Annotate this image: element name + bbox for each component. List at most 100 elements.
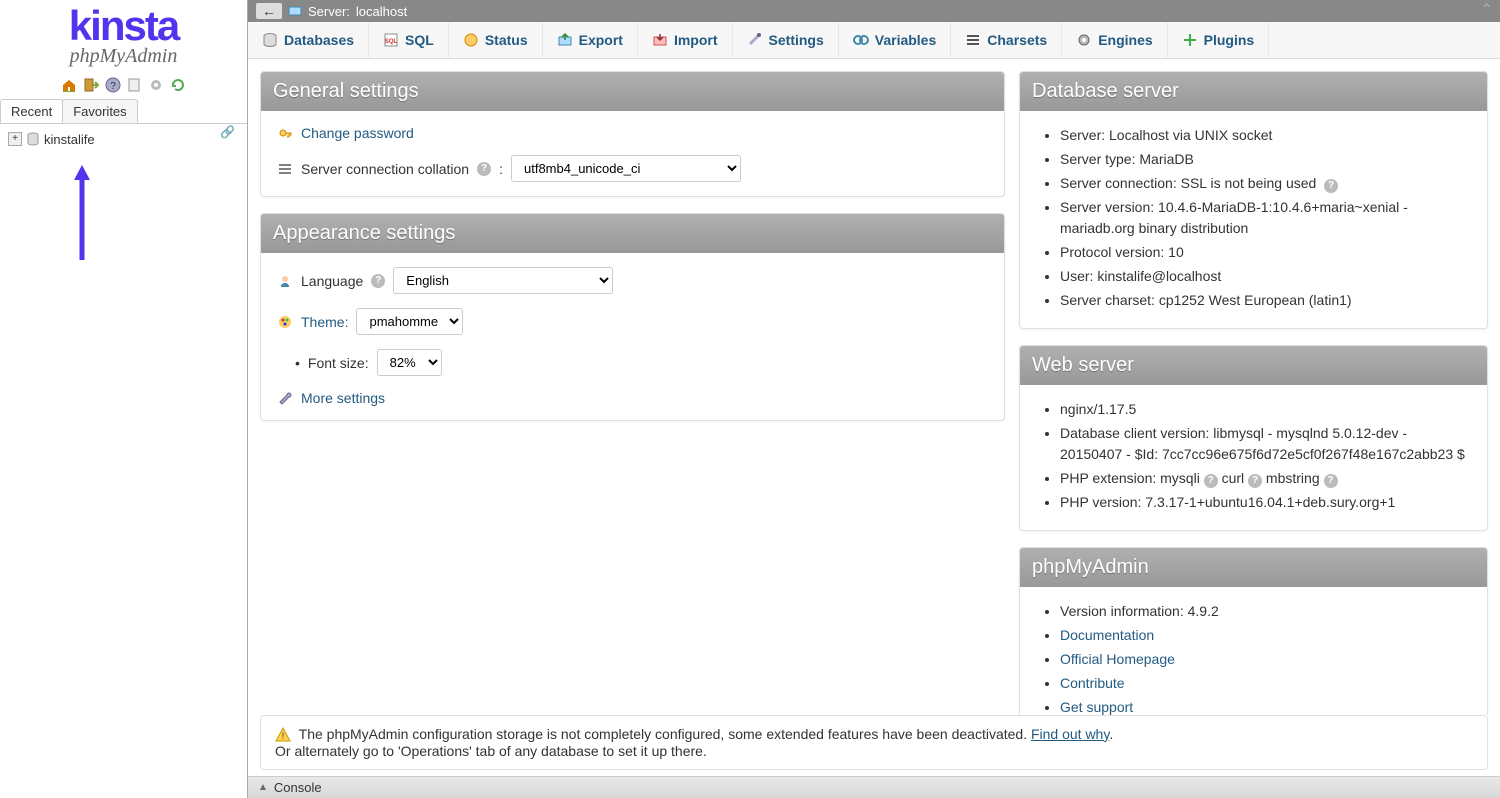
pma-link-contribute[interactable]: Contribute [1060,675,1125,691]
svg-text:SQL: SQL [385,39,398,45]
pma-info-list: Version information: 4.9.2 Documentation… [1036,601,1471,715]
more-settings-link[interactable]: More settings [301,390,385,406]
tab-favorites[interactable]: Favorites [62,99,137,123]
theme-select[interactable]: pmahomme [356,308,463,335]
collation-select[interactable]: utf8mb4_unicode_ci [511,155,741,182]
logo-area: kinsta phpMyAdmin [0,0,247,68]
collation-label: Server connection collation [301,161,469,177]
warning-icon: ! [275,727,291,743]
server-icon [288,4,302,18]
info-item: PHP extension: mysqli ? curl ? mbstring … [1060,468,1471,489]
help-icon[interactable]: ? [1324,474,1338,488]
notice-link[interactable]: Find out why [1031,726,1109,742]
font-size-select[interactable]: 82% [377,349,442,376]
status-icon [463,32,479,48]
charsets-icon [965,32,981,48]
notice-text-2: Or alternately go to 'Operations' tab of… [275,743,707,759]
panel-title-dbserver: Database server [1020,72,1487,111]
reload-icon[interactable] [170,77,186,93]
dbserver-info-list: Server: Localhost via UNIX socket Server… [1036,125,1471,311]
db-tree-item[interactable]: + kinstalife [8,130,239,149]
logout-icon[interactable] [83,77,99,93]
panel-title-general: General settings [261,72,1004,111]
sql-icon: SQL [383,32,399,48]
content-area: General settings Change password Server … [248,59,1500,715]
panel-general-settings: General settings Change password Server … [260,71,1005,197]
variables-icon [853,32,869,48]
console-label: Console [274,780,322,795]
collapse-handle-icon[interactable]: ⌃ [1480,0,1496,20]
breadcrumb-server-name: localhost [356,4,407,19]
databases-icon [262,32,278,48]
panel-title-appearance: Appearance settings [261,214,1004,253]
annotation-arrow [72,165,92,260]
help-icon[interactable]: ? [1248,474,1262,488]
main-area: ⌃ ← Server: localhost Databases SQLSQL S… [248,0,1500,798]
import-icon [652,32,668,48]
sidebar-tabs: Recent Favorites [0,99,247,124]
nav-sql[interactable]: SQLSQL [369,22,449,58]
nav-plugins[interactable]: Plugins [1168,22,1270,58]
theme-icon [277,314,293,330]
nav-charsets[interactable]: Charsets [951,22,1062,58]
font-size-label: Font size: [308,355,369,371]
collation-icon [277,161,293,177]
nav-databases[interactable]: Databases [248,22,369,58]
info-item: Server connection: SSL is not being used… [1060,173,1471,194]
nav-engines[interactable]: Engines [1062,22,1167,58]
nav-status[interactable]: Status [449,22,543,58]
nav-import[interactable]: Import [638,22,733,58]
expand-icon[interactable]: + [8,132,22,146]
link-icon[interactable]: 🔗 [220,125,235,139]
console-toggle-icon[interactable]: ▲ [258,782,268,793]
nav-variables[interactable]: Variables [839,22,952,58]
docs-icon[interactable]: ? [105,77,121,93]
info-item: Server version: 10.4.6-MariaDB-1:10.4.6+… [1060,197,1471,239]
export-icon [557,32,573,48]
language-icon [277,273,293,289]
help-icon[interactable]: ? [1204,474,1218,488]
help-icon[interactable]: ? [1324,179,1338,193]
webserver-info-list: nginx/1.17.5 Database client version: li… [1036,399,1471,513]
help-icon[interactable]: ? [477,162,491,176]
pma-link-support[interactable]: Get support [1060,699,1133,715]
info-item: Protocol version: 10 [1060,242,1471,263]
wrench-icon [277,390,293,406]
pma-link-homepage[interactable]: Official Homepage [1060,651,1175,667]
password-icon [277,125,293,141]
panel-database-server: Database server Server: Localhost via UN… [1019,71,1488,329]
sql-docs-icon[interactable] [126,77,142,93]
nav-export[interactable]: Export [543,22,638,58]
info-item: User: kinstalife@localhost [1060,266,1471,287]
console-bar[interactable]: ▲ Console [248,776,1500,798]
panel-title-pma: phpMyAdmin [1020,548,1487,587]
logo-sub: phpMyAdmin [10,45,237,68]
plugins-icon [1182,32,1198,48]
svg-text:!: ! [282,731,285,741]
db-tree: + kinstalife [0,124,247,155]
panel-phpmyadmin: phpMyAdmin Version information: 4.9.2 Do… [1019,547,1488,715]
svg-text:?: ? [110,81,116,92]
panel-appearance-settings: Appearance settings Language ? English T… [260,213,1005,421]
top-navigation: Databases SQLSQL Status Export Import Se… [248,22,1500,59]
settings-nav-icon [747,32,763,48]
language-label: Language [301,273,363,289]
nav-settings[interactable]: Settings [733,22,839,58]
logo-main: kinsta [10,5,237,47]
back-button[interactable]: ← [256,3,282,19]
help-icon[interactable]: ? [371,274,385,288]
tab-recent[interactable]: Recent [0,99,63,123]
config-notice: ! The phpMyAdmin configuration storage i… [260,715,1488,770]
theme-label[interactable]: Theme: [301,314,348,330]
info-item: PHP version: 7.3.17-1+ubuntu16.04.1+deb.… [1060,492,1471,513]
pma-link-documentation[interactable]: Documentation [1060,627,1154,643]
home-icon[interactable] [61,77,77,93]
nav-icons-row: ? [0,68,247,99]
panel-web-server: Web server nginx/1.17.5 Database client … [1019,345,1488,531]
change-password-link[interactable]: Change password [301,125,414,141]
language-select[interactable]: English [393,267,613,294]
db-name: kinstalife [44,132,95,147]
database-icon [26,132,40,146]
info-item: Server: Localhost via UNIX socket [1060,125,1471,146]
settings-icon[interactable] [148,77,164,93]
